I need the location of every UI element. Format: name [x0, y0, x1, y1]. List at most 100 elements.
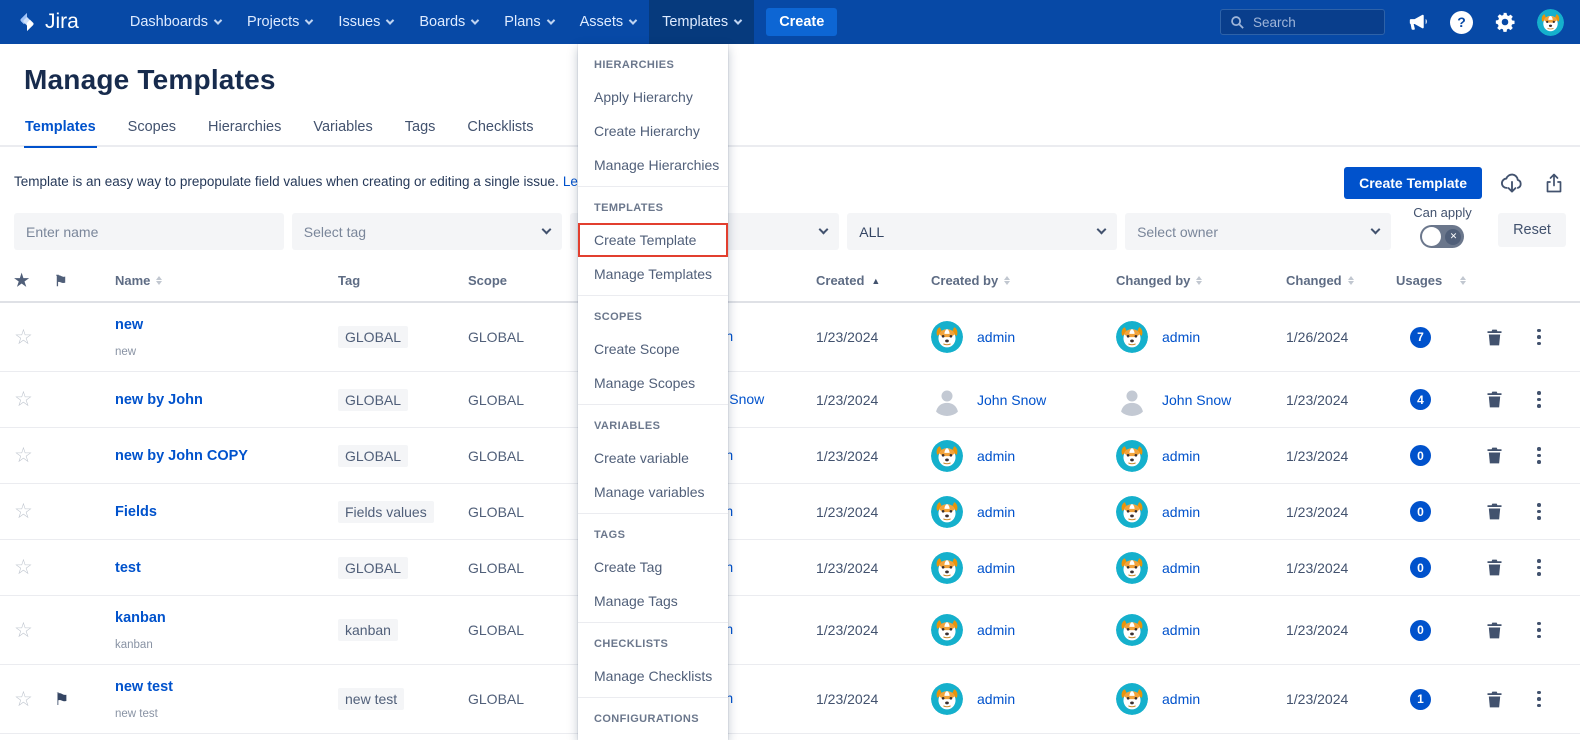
favorite-star-icon[interactable]: ☆	[14, 501, 54, 522]
menu-item-manage-variables[interactable]: Manage variables	[578, 475, 728, 509]
tab-checklists[interactable]: Checklists	[466, 119, 534, 146]
delete-button[interactable]	[1484, 620, 1530, 641]
template-name-link[interactable]: Fields	[115, 504, 338, 520]
column-header-changed-by[interactable]: Changed by	[1116, 273, 1286, 288]
favorite-star-icon[interactable]: ☆	[14, 689, 54, 710]
menu-item-create-hierarchy[interactable]: Create Hierarchy	[578, 114, 728, 148]
menu-item-manage-checklists[interactable]: Manage Checklists	[578, 659, 728, 693]
delete-button[interactable]	[1484, 557, 1530, 578]
more-actions-kebab-button[interactable]	[1530, 328, 1548, 346]
column-header-name[interactable]: Name	[98, 273, 338, 288]
trash-icon	[1487, 691, 1502, 707]
sort-icon	[156, 276, 163, 285]
tab-tags[interactable]: Tags	[404, 119, 437, 146]
created-by-link[interactable]: admin	[977, 622, 1015, 638]
column-header-created-by[interactable]: Created by	[931, 273, 1116, 288]
menu-item-create-template[interactable]: Create Template	[578, 223, 728, 257]
nav-item-plans[interactable]: Plans	[491, 0, 566, 44]
favorite-star-icon[interactable]: ☆	[14, 327, 54, 348]
created-by-link[interactable]: admin	[977, 504, 1015, 520]
created-by-link[interactable]: admin	[977, 329, 1015, 345]
menu-item-create-variable[interactable]: Create variable	[578, 441, 728, 475]
created-by-link[interactable]: admin	[977, 560, 1015, 576]
flag-icon[interactable]: ⚑	[54, 691, 98, 708]
name-filter-input[interactable]: Enter name	[14, 213, 284, 250]
create-template-button[interactable]: Create Template	[1344, 167, 1482, 199]
menu-item-create-tag[interactable]: Create Tag	[578, 550, 728, 584]
tab-scopes[interactable]: Scopes	[127, 119, 177, 146]
more-actions-kebab-button[interactable]	[1530, 690, 1548, 708]
template-name-link[interactable]: new test	[115, 679, 338, 695]
nav-item-issues[interactable]: Issues	[325, 0, 406, 44]
column-header-tag[interactable]: Tag	[338, 273, 468, 288]
nav-item-projects[interactable]: Projects	[234, 0, 325, 44]
template-name-link[interactable]: kanban	[115, 610, 338, 626]
can-apply-toggle[interactable]: ✕	[1420, 225, 1465, 248]
user-avatar[interactable]	[1537, 8, 1564, 36]
template-name-link[interactable]: new	[115, 317, 338, 333]
delete-button[interactable]	[1484, 327, 1530, 348]
jira-logo[interactable]: Jira	[16, 10, 79, 34]
changed-by-link[interactable]: admin	[1162, 504, 1200, 520]
favorite-star-icon[interactable]: ☆	[14, 620, 54, 641]
tag-filter-select[interactable]: Select tag	[291, 213, 562, 250]
menu-item-manage-hierarchies[interactable]: Manage Hierarchies	[578, 148, 728, 182]
nav-item-assets[interactable]: Assets	[567, 0, 650, 44]
tab-variables[interactable]: Variables	[312, 119, 373, 146]
favorite-column-star-icon[interactable]: ★	[14, 271, 54, 291]
more-actions-kebab-button[interactable]	[1530, 621, 1548, 639]
menu-item-manage-templates[interactable]: Manage Templates	[578, 257, 728, 291]
menu-item-manage-tags[interactable]: Manage Tags	[578, 584, 728, 618]
changed-by-link[interactable]: admin	[1162, 560, 1200, 576]
settings-gear-icon[interactable]	[1494, 11, 1516, 33]
more-actions-kebab-button[interactable]	[1530, 559, 1548, 576]
global-create-button[interactable]: Create	[766, 8, 838, 36]
changed-by-link[interactable]: admin	[1162, 622, 1200, 638]
nav-item-dashboards[interactable]: Dashboards	[117, 0, 234, 44]
more-actions-kebab-button[interactable]	[1530, 391, 1548, 408]
changed-by-link[interactable]: John Snow	[1162, 392, 1231, 408]
changed-by-link[interactable]: admin	[1162, 691, 1200, 707]
created-by-link[interactable]: John Snow	[977, 392, 1046, 408]
tab-hierarchies[interactable]: Hierarchies	[207, 119, 282, 146]
template-subtitle: new	[115, 345, 137, 358]
nav-item-templates[interactable]: Templates	[649, 0, 755, 44]
changed-by-link[interactable]: admin	[1162, 448, 1200, 464]
favorite-star-icon[interactable]: ☆	[14, 389, 54, 410]
template-name-link[interactable]: test	[115, 560, 338, 576]
favorite-star-icon[interactable]: ☆	[14, 445, 54, 466]
export-share-icon[interactable]	[1542, 171, 1566, 195]
search-input[interactable]: Search	[1220, 9, 1385, 35]
template-name-link[interactable]: new by John COPY	[115, 448, 338, 464]
menu-item-create-scope[interactable]: Create Scope	[578, 332, 728, 366]
menu-item-apply-hierarchy[interactable]: Apply Hierarchy	[578, 80, 728, 114]
help-icon[interactable]: ?	[1450, 10, 1473, 34]
more-actions-kebab-button[interactable]	[1530, 447, 1548, 464]
top-navbar: Jira Dashboards Projects Issues Boards Plans…	[0, 0, 1580, 44]
column-header-changed[interactable]: Changed	[1286, 273, 1396, 288]
flag-column-flag-icon[interactable]: ⚑	[54, 272, 98, 290]
created-by-link[interactable]: admin	[977, 691, 1015, 707]
menu-item-permissions[interactable]: Permissions	[578, 734, 728, 740]
delete-button[interactable]	[1484, 689, 1530, 710]
template-name-link[interactable]: new by John	[115, 392, 338, 408]
tab-templates[interactable]: Templates	[24, 119, 97, 148]
delete-button[interactable]	[1484, 445, 1530, 466]
owner-filter-select[interactable]: Select owner	[1125, 213, 1391, 250]
more-actions-kebab-button[interactable]	[1530, 503, 1548, 520]
delete-button[interactable]	[1484, 389, 1530, 410]
megaphone-icon[interactable]	[1406, 11, 1429, 34]
favorite-star-icon[interactable]: ☆	[14, 557, 54, 578]
created-by-link[interactable]: admin	[977, 448, 1015, 464]
reset-button[interactable]: Reset	[1498, 213, 1566, 247]
chevron-down-icon	[541, 224, 551, 235]
changed-by-link[interactable]: admin	[1162, 329, 1200, 345]
menu-item-manage-scopes[interactable]: Manage Scopes	[578, 366, 728, 400]
delete-button[interactable]	[1484, 501, 1530, 522]
column-header-created[interactable]: Created ▲	[816, 273, 931, 288]
tag-chip: GLOBAL	[338, 444, 409, 467]
type-filter-select[interactable]: ALL	[847, 213, 1118, 250]
import-cloud-icon[interactable]	[1499, 170, 1525, 196]
column-header-usages[interactable]: Usages	[1396, 273, 1484, 288]
nav-item-boards[interactable]: Boards	[406, 0, 491, 44]
